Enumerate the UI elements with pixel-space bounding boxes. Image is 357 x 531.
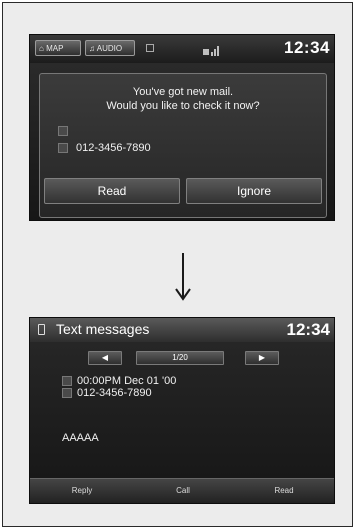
map-label: MAP [46, 44, 64, 53]
audio-label: AUDIO [96, 44, 123, 53]
message-phone: 012-3456-7890 [77, 387, 152, 399]
message-text: AAAAA [62, 432, 99, 444]
next-page-button[interactable]: ▶ [245, 351, 279, 365]
new-mail-dialog: You've got new mail. Would you like to c… [39, 73, 327, 218]
read-button[interactable]: Read [44, 178, 180, 204]
status-bar: ⌂ MAP ♫ AUDIO 12:34 [30, 35, 334, 63]
prev-page-button[interactable]: ◀ [88, 351, 122, 365]
audio-button[interactable]: ♫ AUDIO [85, 40, 135, 56]
phone-icon [146, 44, 154, 52]
phone-icon [38, 324, 45, 335]
message-phone-row: 012-3456-7890 [62, 387, 152, 399]
text-messages-screen: Text messages 12:34 ◀ 1/20 ▶ 00:00PM Dec… [29, 317, 335, 504]
map-button[interactable]: ⌂ MAP [35, 40, 81, 56]
message-datetime: 00:00PM Dec 01 '00 [77, 375, 177, 387]
phone-number-icon [58, 143, 68, 153]
phone-number: 012-3456-7890 [76, 142, 151, 154]
dialog-row-empty [58, 126, 68, 136]
music-note-icon: ♫ [89, 44, 95, 53]
clock: 12:34 [286, 320, 330, 339]
call-button[interactable]: Call [137, 483, 229, 499]
phone-number-icon [62, 388, 72, 398]
page-indicator: 1/20 [136, 351, 224, 365]
action-bar: Reply Call Read [30, 478, 334, 503]
new-mail-screen: ⌂ MAP ♫ AUDIO 12:34 You've got new mail. [29, 34, 335, 221]
clock: 12:34 [284, 38, 330, 57]
read-button[interactable]: Read [238, 483, 330, 499]
home-icon: ⌂ [39, 44, 44, 53]
figure-frame: ⌂ MAP ♫ AUDIO 12:34 You've got new mail. [2, 2, 353, 527]
header-bar: Text messages 12:34 [30, 318, 334, 343]
sender-icon [58, 126, 68, 136]
dialog-row-phone: 012-3456-7890 [58, 142, 151, 154]
envelope-icon [62, 376, 72, 386]
dialog-message-line1: You've got new mail. [132, 86, 234, 98]
message-datetime-row: 00:00PM Dec 01 '00 [62, 375, 176, 387]
page-title: Text messages [56, 321, 150, 337]
ignore-button[interactable]: Ignore [186, 178, 322, 204]
signal-icon [203, 43, 221, 56]
down-arrow-icon [173, 251, 193, 303]
reply-button[interactable]: Reply [36, 483, 128, 499]
dialog-message-line2: Would you like to check it now? [106, 100, 260, 112]
